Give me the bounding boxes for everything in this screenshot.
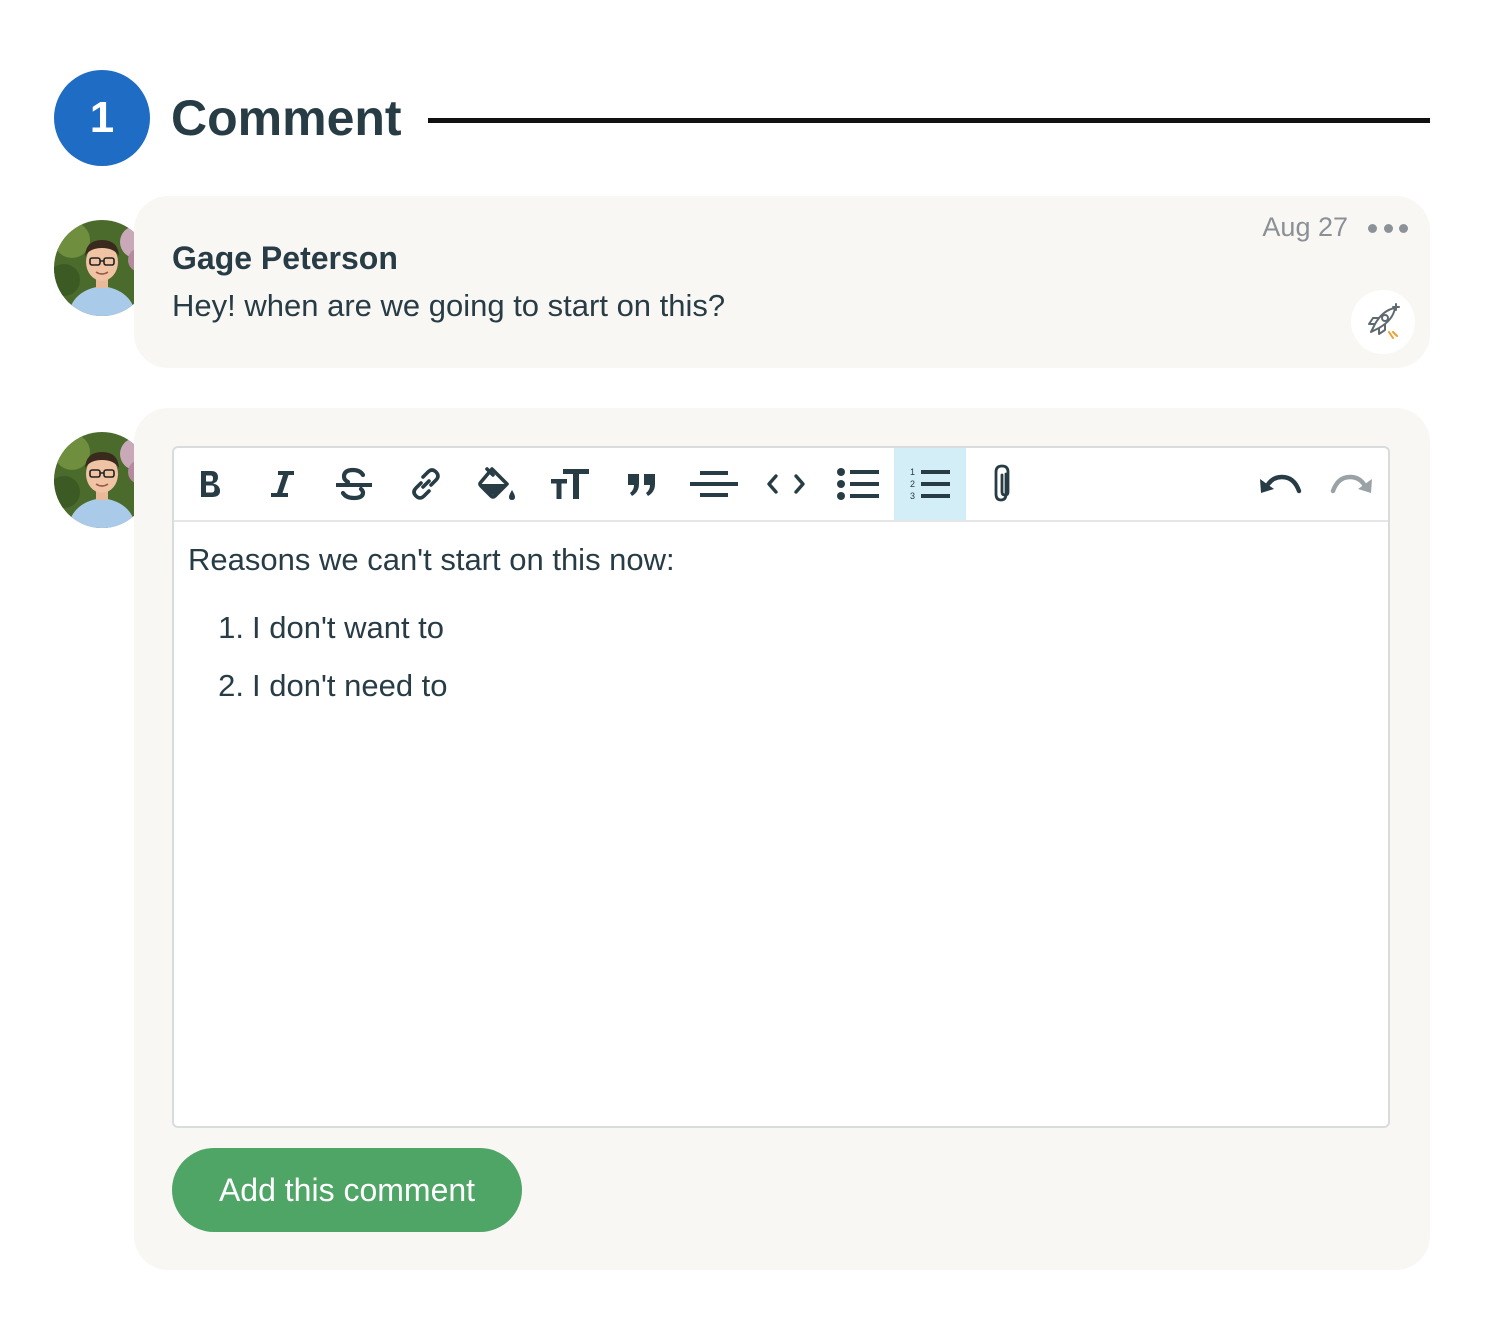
editor-paragraph[interactable]: Reasons we can't start on this now: <box>188 540 1374 580</box>
strikethrough-icon <box>336 467 372 501</box>
redo-icon <box>1330 474 1372 494</box>
rich-text-editor: 1 2 3 Reasons we can't start on this now… <box>172 446 1390 1128</box>
bold-icon <box>201 471 220 497</box>
horizontal-rule-button[interactable] <box>678 448 750 520</box>
list-item-number: 2. <box>218 668 244 703</box>
redo-button[interactable] <box>1316 448 1388 520</box>
comment-count-badge: 1 <box>54 70 150 166</box>
text-size-icon <box>551 469 589 499</box>
quote-icon <box>628 474 655 496</box>
svg-text:2: 2 <box>910 479 915 489</box>
comments-header: 1 Comment <box>54 70 1430 166</box>
add-comment-button[interactable]: Add this comment <box>172 1148 522 1232</box>
text-color-button[interactable] <box>462 448 534 520</box>
editor-numbered-list: 1. I don't want to 2. I don't need to <box>188 608 1374 706</box>
italic-icon <box>271 471 294 497</box>
comment-author-name[interactable]: Gage Peterson <box>172 240 398 277</box>
numbered-list-button[interactable]: 1 2 3 <box>894 448 966 520</box>
comments-section: 1 Comment Gage Peterson Hey! when are we… <box>0 0 1510 1320</box>
list-item-text[interactable]: I don't need to <box>252 666 448 706</box>
editor-toolbar: 1 2 3 <box>174 448 1388 522</box>
heading-button[interactable] <box>534 448 606 520</box>
attach-file-button[interactable] <box>966 448 1038 520</box>
strikethrough-button[interactable] <box>318 448 390 520</box>
header-divider <box>428 118 1430 123</box>
code-button[interactable] <box>750 448 822 520</box>
editor-content[interactable]: Reasons we can't start on this now: 1. I… <box>188 540 1374 724</box>
bullet-list-button[interactable] <box>822 448 894 520</box>
boost-button[interactable] <box>1351 290 1415 354</box>
svg-text:1: 1 <box>910 467 915 477</box>
section-title: Comment <box>171 90 402 146</box>
quote-button[interactable] <box>606 448 678 520</box>
more-horizontal-icon[interactable] <box>1368 218 1408 238</box>
svg-text:3: 3 <box>910 491 915 501</box>
list-item-text[interactable]: I don't want to <box>252 608 444 648</box>
paperclip-icon <box>994 464 1010 502</box>
comment-body: Hey! when are we going to start on this? <box>172 288 726 323</box>
list-item[interactable]: 1. I don't want to <box>188 608 1374 648</box>
bullet-list-icon <box>837 468 879 500</box>
link-icon <box>412 468 440 500</box>
link-button[interactable] <box>390 448 462 520</box>
comment-date[interactable]: Aug 27 <box>1262 212 1348 243</box>
undo-button[interactable] <box>1244 448 1316 520</box>
italic-button[interactable] <box>246 448 318 520</box>
horizontal-rule-icon <box>690 471 738 497</box>
comment-card: Gage Peterson Hey! when are we going to … <box>134 196 1430 368</box>
undo-icon <box>1260 474 1302 494</box>
code-icon <box>767 474 805 494</box>
bold-button[interactable] <box>174 448 246 520</box>
new-comment-card: 1 2 3 Reasons we can't start on this now… <box>134 408 1430 1270</box>
list-item[interactable]: 2. I don't need to <box>188 666 1374 706</box>
numbered-list-icon: 1 2 3 <box>910 467 950 501</box>
list-item-number: 1. <box>218 610 244 645</box>
rocket-boost-icon <box>1368 303 1400 339</box>
paint-bucket-icon <box>478 467 515 500</box>
